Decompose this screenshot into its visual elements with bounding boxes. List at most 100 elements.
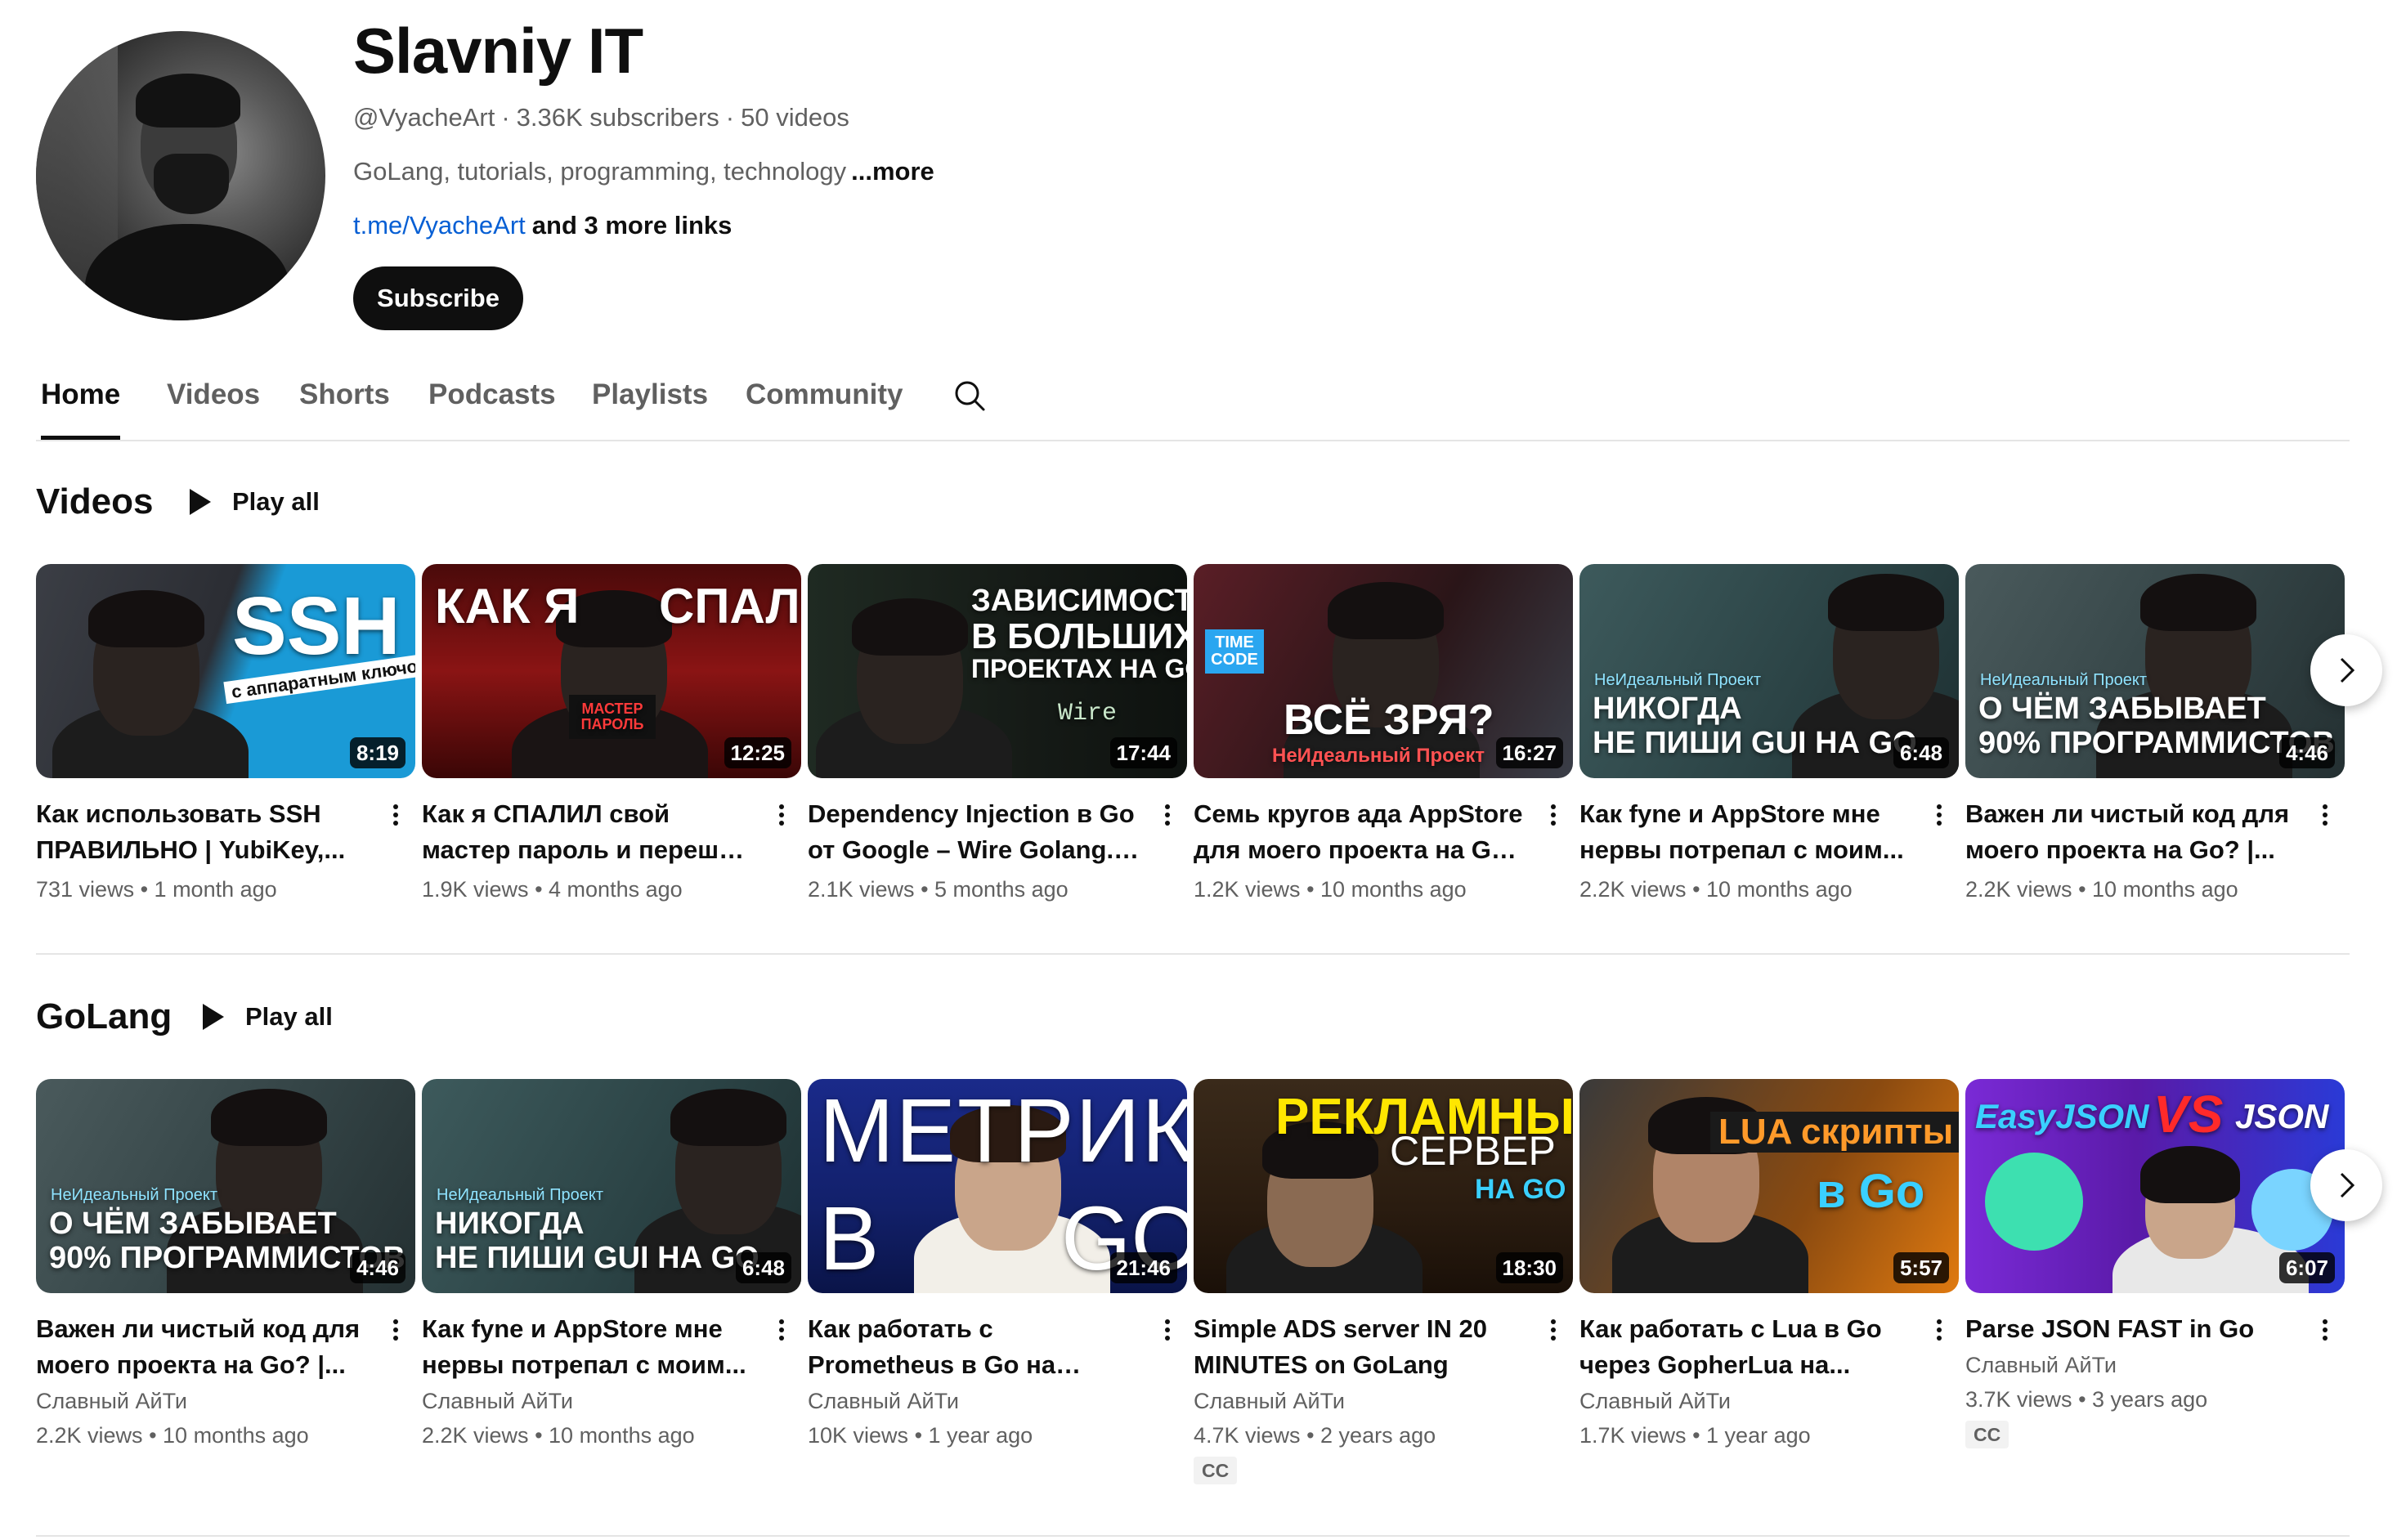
tab-videos[interactable]: Videos [167, 365, 260, 440]
subscribe-button[interactable]: Subscribe [353, 266, 523, 330]
channel-name[interactable]: Славный АйТи [36, 1386, 187, 1416]
more-vert-icon[interactable] [2315, 801, 2335, 834]
video-card[interactable]: НеИдеальный Проект О ЧЁМ ЗАБЫВАЕТ 90% ПР… [36, 1079, 415, 1504]
search-icon[interactable] [953, 379, 986, 412]
thumbnail-text: НеИдеальный Проект [51, 1186, 217, 1204]
video-title[interactable]: Как использовать SSH ПРАВИЛЬНО | YubiKey… [36, 796, 371, 868]
shelf-next-button[interactable] [2310, 634, 2382, 706]
video-card[interactable]: НеИдеальный Проект НИКОГДА НЕ ПИШИ GUI Н… [1579, 564, 1959, 907]
video-thumbnail[interactable]: МЕТРИКИ В GO 21:46 [808, 1079, 1187, 1293]
view-count: 2.2K views [1579, 877, 1687, 902]
video-thumbnail[interactable]: НеИдеальный Проект НИКОГДА НЕ ПИШИ GUI Н… [422, 1079, 801, 1293]
more-vert-icon[interactable] [1543, 801, 1563, 834]
view-count: 731 views [36, 877, 135, 902]
video-thumbnail[interactable]: КАК Я СПАЛИЛ МАСТЕР ПАРОЛЬ 12:25 [422, 564, 801, 778]
video-title[interactable]: Важен ли чистый код для моего проекта на… [36, 1311, 371, 1383]
section-divider [36, 1535, 2350, 1537]
more-vert-icon[interactable] [2315, 1316, 2335, 1349]
video-title[interactable]: Важен ли чистый код для моего проекта на… [1965, 796, 2301, 868]
more-links-button[interactable]: and 3 more links [532, 211, 733, 240]
video-title[interactable]: Simple ADS server IN 20 MINUTES on GoLan… [1194, 1311, 1529, 1383]
play-all-button[interactable]: Play all [188, 477, 320, 526]
shelf-next-button[interactable] [2310, 1149, 2382, 1221]
more-vert-icon[interactable] [386, 1316, 405, 1349]
channel-avatar[interactable] [36, 31, 325, 320]
video-title[interactable]: Как fyne и AppStore мне нервы потрепал с… [422, 1311, 757, 1383]
video-thumbnail[interactable]: TIME CODE ВСЁ ЗРЯ? НеИдеальный Проект 16… [1194, 564, 1573, 778]
upload-age: 4 months ago [549, 877, 683, 902]
video-title[interactable]: Как fyne и AppStore мне нервы потрепал с… [1579, 796, 1915, 868]
video-title[interactable]: Семь кругов ада AppStore для моего проек… [1194, 796, 1529, 868]
tab-playlists[interactable]: Playlists [592, 365, 708, 440]
more-vert-icon[interactable] [1158, 1316, 1177, 1349]
tab-home[interactable]: Home [41, 365, 121, 440]
video-thumbnail[interactable]: НеИдеальный Проект О ЧЁМ ЗАБЫВАЕТ 90% ПР… [1965, 564, 2345, 778]
video-title[interactable]: Dependency Injection в Go от Google – Wi… [808, 796, 1143, 868]
video-thumbnail[interactable]: НеИдеальный Проект НИКОГДА НЕ ПИШИ GUI Н… [1579, 564, 1959, 778]
video-card[interactable]: TIME CODE ВСЁ ЗРЯ? НеИдеальный Проект 16… [1194, 564, 1573, 907]
channel-name[interactable]: Славный АйТи [422, 1386, 573, 1416]
more-vert-icon[interactable] [1929, 801, 1949, 834]
video-duration: 8:19 [349, 737, 405, 768]
video-card[interactable]: НеИдеальный Проект НИКОГДА НЕ ПИШИ GUI Н… [422, 1079, 801, 1504]
thumbnail-text: JSON [2235, 1097, 2329, 1135]
video-thumbnail[interactable]: НеИдеальный Проект О ЧЁМ ЗАБЫВАЕТ 90% ПР… [36, 1079, 415, 1293]
section-header-videos: Videos Play all [36, 477, 526, 526]
more-vert-icon[interactable] [772, 801, 791, 834]
tab-shorts[interactable]: Shorts [299, 365, 390, 440]
video-card[interactable]: EasyJSON VS JSON 6:07 Parse JSON FAST in… [1965, 1079, 2345, 1504]
video-thumbnail[interactable]: SSH с аппаратным ключом 8:19 [36, 564, 415, 778]
more-vert-icon[interactable] [386, 801, 405, 834]
video-card[interactable]: SSH с аппаратным ключом 8:19 Как использ… [36, 564, 415, 907]
view-count: 1.7K views [1579, 1423, 1687, 1448]
tab-community[interactable]: Community [746, 365, 903, 440]
video-thumbnail[interactable]: РЕКЛАМНЫЙ СЕРВЕР НА GO 18:30 [1194, 1079, 1573, 1293]
upload-age: 1 year ago [928, 1423, 1033, 1448]
video-duration: 4:46 [2278, 737, 2335, 768]
video-thumbnail[interactable]: ЗАВИСИМОСТИ В БОЛЬШИХ ПРОЕКТАХ НА GO Wir… [808, 564, 1187, 778]
cc-badge: CC [1965, 1421, 2009, 1448]
video-card[interactable]: НеИдеальный Проект О ЧЁМ ЗАБЫВАЕТ 90% ПР… [1965, 564, 2345, 907]
video-title[interactable]: Как работать с Prometheus в Go на пример… [808, 1311, 1143, 1383]
video-card[interactable]: КАК Я СПАЛИЛ МАСТЕР ПАРОЛЬ 12:25 Как я С… [422, 564, 801, 907]
play-icon [203, 1004, 224, 1030]
video-duration: 18:30 [1495, 1252, 1563, 1283]
section-title: GoLang [36, 996, 172, 1036]
upload-age: 10 months ago [1706, 877, 1853, 902]
thumbnail-text: СЕРВЕР [1390, 1128, 1556, 1174]
more-vert-icon[interactable] [1543, 1316, 1563, 1349]
channel-name[interactable]: Славный АйТи [1194, 1386, 1345, 1416]
channel-name[interactable]: Славный АйТи [808, 1386, 959, 1416]
telegram-link[interactable]: t.me/VyacheArt [353, 211, 526, 240]
video-meta: 3.7K views • 3 years ago [1965, 1387, 2208, 1412]
video-card[interactable]: LUA скрипты в Go 5:57 Как работать с Lua… [1579, 1079, 1959, 1504]
video-title[interactable]: Как я СПАЛИЛ свой мастер пароль и перешё… [422, 796, 757, 868]
video-duration: 6:07 [2278, 1252, 2335, 1283]
view-count: 10K views [808, 1423, 909, 1448]
video-title[interactable]: Как работать с Lua в Go через GopherLua … [1579, 1311, 1915, 1383]
video-count: 50 videos [741, 103, 849, 132]
video-thumbnail[interactable]: EasyJSON VS JSON 6:07 [1965, 1079, 2345, 1293]
description-more-link[interactable]: ...more [851, 157, 934, 186]
section-title: Videos [36, 481, 154, 522]
view-count: 1.9K views [422, 877, 529, 902]
more-vert-icon[interactable] [1929, 1316, 1949, 1349]
tab-podcasts[interactable]: Podcasts [428, 365, 556, 440]
view-count: 2.2K views [1965, 877, 2072, 902]
video-card[interactable]: ЗАВИСИМОСТИ В БОЛЬШИХ ПРОЕКТАХ НА GO Wir… [808, 564, 1187, 907]
more-vert-icon[interactable] [772, 1316, 791, 1349]
thumbnail-text: EasyJSON [1975, 1097, 2149, 1135]
video-title[interactable]: Parse JSON FAST in Go [1965, 1311, 2301, 1347]
video-thumbnail[interactable]: LUA скрипты в Go 5:57 [1579, 1079, 1959, 1293]
video-card[interactable]: РЕКЛАМНЫЙ СЕРВЕР НА GO 18:30 Simple ADS … [1194, 1079, 1573, 1504]
channel-name[interactable]: Славный АйТи [1965, 1350, 2117, 1380]
thumbnail-text: SSH [232, 580, 401, 672]
thumbnail-text: TIME CODE [1205, 629, 1264, 674]
channel-description[interactable]: GoLang, tutorials, programming, technolo… [353, 155, 934, 188]
more-vert-icon[interactable] [1158, 801, 1177, 834]
thumbnail-text: В БОЛЬШИХ [971, 616, 1187, 656]
channel-name[interactable]: Славный АйТи [1579, 1386, 1731, 1416]
upload-age: 10 months ago [2092, 877, 2238, 902]
video-card[interactable]: МЕТРИКИ В GO 21:46 Как работать с Promet… [808, 1079, 1187, 1504]
play-all-button[interactable]: Play all [201, 992, 333, 1041]
